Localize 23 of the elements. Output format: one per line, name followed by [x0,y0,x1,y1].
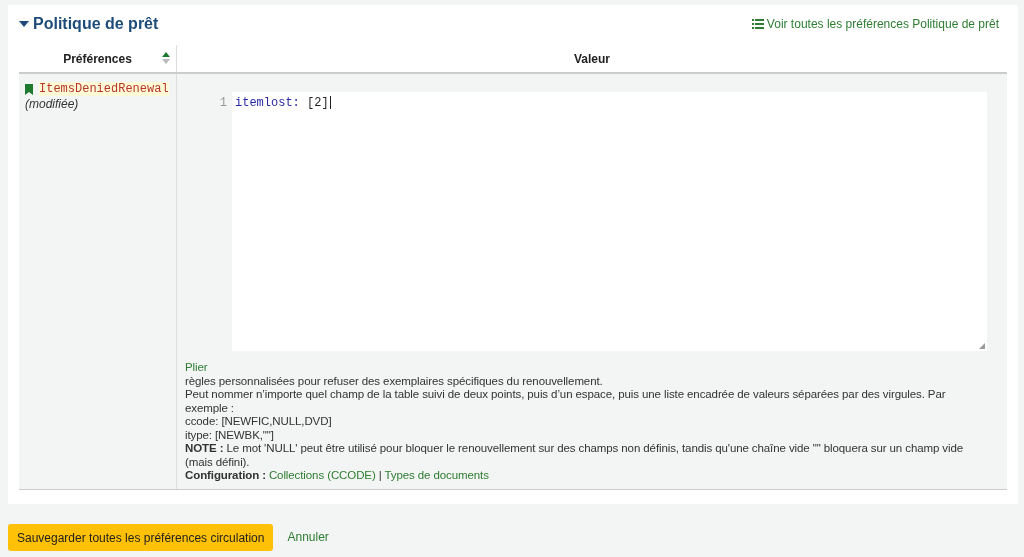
resize-grip-icon[interactable] [979,343,985,349]
description-text: Peut nommer n’importe quel champ de la table suivi de deux points, puis d’un espace, puis une liste encadrée de valeurs séparées par des virgules. Par exemple : [185,388,947,415]
view-all-link[interactable]: Voir toutes les préférences Politique de prêt [751,17,999,31]
configuration-link[interactable]: Collections (CCODE) [268,469,376,481]
description-text: itype: [NEWBK,""] [185,428,275,442]
link-separator: | [378,469,382,481]
configuration-link[interactable]: Types de documents [384,469,489,481]
modified-status: (modifiée) [25,97,80,111]
description-text: ccode: [NEWFIC,NULL,DVD] [185,415,333,429]
preference-name: ItemsDeniedRenewal [39,82,169,96]
description-text: règles personnalisées pour refuser des exemplaires spécifiques du renouvellement. [185,374,604,388]
cancel-link[interactable]: Annuler [287,530,329,544]
configuration-label: Configuration : [185,469,266,481]
save-button[interactable]: Sauvegarder toutes les préférences circulation [8,523,274,551]
list-icon [751,19,764,29]
code-editor[interactable]: itemlost: [2] [232,92,987,351]
caret-icon [19,21,29,27]
section-title[interactable]: Politique de prêt [19,15,159,33]
sort-icon [162,52,170,64]
collapse-link[interactable]: Plier [185,361,208,373]
description-text: NOTE : Le mot 'NULL' peut être utilisé pour bloquer le renouvellement sur des champs non définis, tandis qu'une chaîne vide "" bloquera sur un champ vide (mais défini). [185,442,965,469]
bookmark-icon [25,83,33,95]
line-number: 1 [218,95,228,112]
